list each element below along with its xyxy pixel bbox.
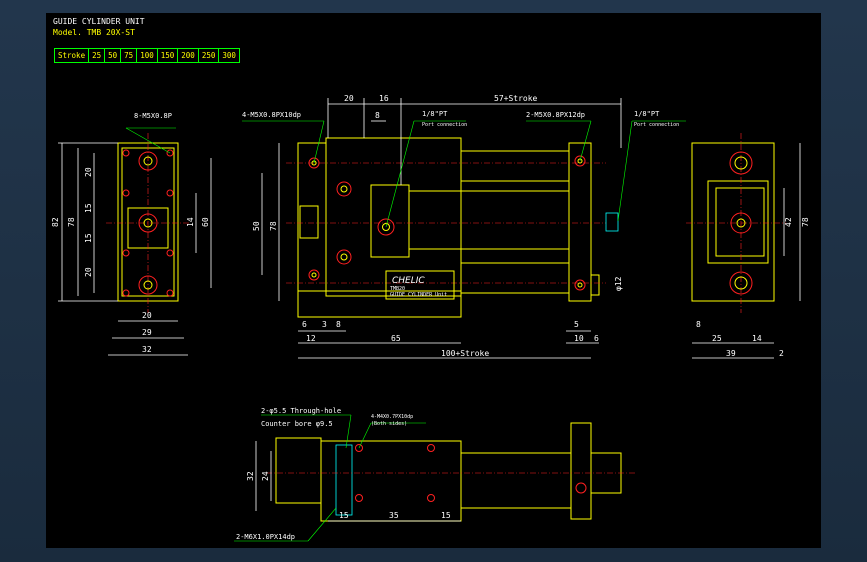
left-side-view	[58, 127, 212, 356]
dim-front-phi12: φ12	[614, 276, 623, 291]
callout-port-right: 1/8"PT	[634, 110, 660, 118]
dim-left-15b: 15	[84, 233, 93, 243]
dim-front-100: 100+Stroke	[441, 349, 489, 358]
dim-front-6b: 6	[594, 334, 599, 343]
dim-bottom-32: 32	[246, 471, 255, 481]
dim-front-8: 8	[336, 320, 341, 329]
front-view	[242, 98, 686, 359]
dim-front-65: 65	[391, 334, 401, 343]
dim-right-39: 39	[726, 349, 736, 358]
dim-bottom-15b: 15	[441, 511, 451, 520]
dim-left-82: 82	[51, 217, 60, 227]
dim-right-25: 25	[712, 334, 722, 343]
dim-front-top8: 8	[375, 111, 380, 120]
callout-front-top-holes: 4-M5X0.8PX10dp	[242, 111, 301, 119]
dim-left-14: 14	[186, 217, 195, 227]
cad-drawing: 8-M5X0.8P 82 78 20 15 15 20 14 60 20 29 …	[51, 94, 810, 542]
callout-counter-bore: Counter bore φ9.5	[261, 420, 333, 428]
dim-right-h78: 78	[801, 217, 810, 227]
callout-front-right-holes: 2-M5X0.8PX12dp	[526, 111, 585, 119]
callout-bottom-holes: 2-M6X1.0PX14dp	[236, 533, 295, 541]
callout-port-right-sub: Port connection	[634, 122, 679, 128]
dim-bottom-24: 24	[261, 471, 270, 481]
dim-right-14: 14	[752, 334, 762, 343]
drawing-canvas[interactable]: GUIDE CYLINDER UNIT Model. TMB 20X-ST St…	[46, 13, 821, 548]
dim-right-8: 8	[696, 320, 701, 329]
callout-bottom-tap-sub: (Both sides)	[371, 421, 407, 427]
dim-bottom-35: 35	[389, 511, 399, 520]
dim-right-h42: 42	[784, 217, 793, 227]
right-side-view	[686, 133, 801, 359]
dim-right-2: 2	[779, 349, 784, 358]
callout-port-left: 1/8"PT	[422, 110, 448, 118]
bottom-view	[234, 414, 636, 542]
dim-front-top16: 16	[379, 94, 389, 103]
dim-left-20a: 20	[84, 167, 93, 177]
dim-front-5: 5	[574, 320, 579, 329]
dim-left-60: 60	[201, 217, 210, 227]
dim-left-78: 78	[67, 217, 76, 227]
dim-front-6a: 6	[302, 320, 307, 329]
callout-port-left-sub: Port connection	[422, 122, 467, 128]
callout-left-top-holes: 8-M5X0.8P	[134, 112, 172, 120]
plate-line2: GUIDE CYLINDER Unit	[390, 292, 447, 298]
callout-bottom-tap: 4-M4X0.7PX10dp	[371, 414, 413, 420]
dim-left-w32: 32	[142, 345, 152, 354]
dim-front-top57: 57+Stroke	[494, 94, 538, 103]
brand-label: CHELIC	[392, 276, 425, 286]
dim-left-15a: 15	[84, 203, 93, 213]
dim-front-top20: 20	[344, 94, 354, 103]
dim-front-h50: 50	[252, 221, 261, 231]
dim-left-w20: 20	[142, 311, 152, 320]
dim-front-10: 10	[574, 334, 584, 343]
dim-left-w29: 29	[142, 328, 152, 337]
dim-front-12: 12	[306, 334, 316, 343]
dim-front-h78: 78	[269, 221, 278, 231]
app-frame: GUIDE CYLINDER UNIT Model. TMB 20X-ST St…	[0, 0, 867, 562]
dim-bottom-15a: 15	[339, 511, 349, 520]
dim-left-20b: 20	[84, 267, 93, 277]
callout-through-hole: 2-φ5.5 Through-hole	[261, 407, 341, 415]
dim-front-3: 3	[322, 320, 327, 329]
